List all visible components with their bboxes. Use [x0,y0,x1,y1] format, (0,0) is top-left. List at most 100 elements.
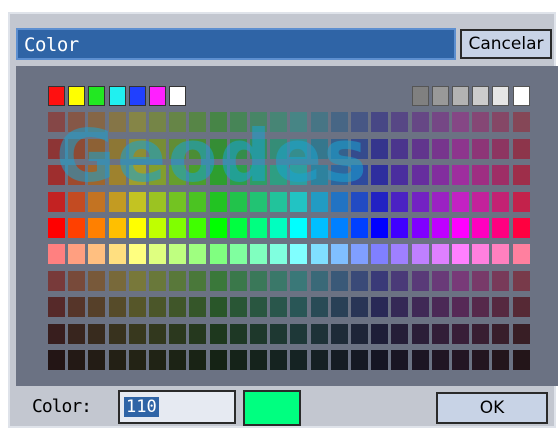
palette-color-swatch[interactable] [371,350,389,370]
palette-color-swatch[interactable] [512,218,530,238]
palette-color-swatch[interactable] [169,165,187,186]
palette-color-swatch[interactable] [310,270,328,291]
palette-color-swatch[interactable] [209,297,227,318]
palette-color-swatch[interactable] [270,218,288,238]
palette-color-swatch[interactable] [169,297,187,318]
palette-color-swatch[interactable] [452,165,469,186]
palette-color-swatch[interactable] [371,191,389,212]
palette-color-swatch[interactable] [48,218,65,238]
palette-color-swatch[interactable] [108,191,126,212]
color-value-input[interactable]: 110 [118,390,236,424]
palette-color-swatch[interactable] [330,218,348,238]
palette-color-swatch[interactable] [189,244,207,265]
palette-color-swatch[interactable] [48,112,65,133]
palette-color-swatch[interactable] [351,112,368,133]
palette-color-swatch[interactable] [492,350,510,370]
palette-color-swatch[interactable] [391,191,409,212]
palette-color-swatch[interactable] [250,138,267,159]
palette-color-swatch[interactable] [270,244,288,265]
palette-color-swatch[interactable] [48,270,65,291]
palette-color-swatch[interactable] [149,297,166,318]
palette-color-swatch[interactable] [411,191,429,212]
palette-color-swatch[interactable] [108,297,126,318]
palette-color-swatch[interactable] [88,138,106,159]
palette-color-swatch[interactable] [48,138,65,159]
palette-color-swatch[interactable] [330,323,348,344]
palette-color-swatch[interactable] [250,297,267,318]
palette-color-swatch[interactable] [431,112,449,133]
palette-color-swatch[interactable] [391,323,409,344]
palette-color-swatch[interactable] [189,138,207,159]
palette-color-swatch[interactable] [330,138,348,159]
palette-color-swatch[interactable] [330,270,348,291]
palette-color-swatch[interactable] [209,191,227,212]
palette-color-swatch[interactable] [431,297,449,318]
palette-color-swatch[interactable] [68,165,86,186]
gray-color-swatch[interactable] [431,86,449,106]
palette-color-swatch[interactable] [128,112,146,133]
palette-color-swatch[interactable] [189,191,207,212]
palette-color-swatch[interactable] [431,244,449,265]
palette-color-swatch[interactable] [270,191,288,212]
palette-color-swatch[interactable] [512,323,530,344]
palette-color-swatch[interactable] [472,350,490,370]
palette-color-swatch[interactable] [229,323,247,344]
palette-color-swatch[interactable] [371,138,389,159]
palette-color-swatch[interactable] [351,350,368,370]
palette-color-swatch[interactable] [351,165,368,186]
palette-color-swatch[interactable] [330,112,348,133]
palette-color-swatch[interactable] [452,138,469,159]
palette-color-swatch[interactable] [472,218,490,238]
palette-color-swatch[interactable] [88,323,106,344]
palette-color-swatch[interactable] [411,297,429,318]
palette-color-swatch[interactable] [411,165,429,186]
palette-color-swatch[interactable] [411,218,429,238]
palette-color-swatch[interactable] [351,323,368,344]
palette-color-swatch[interactable] [68,112,86,133]
cancel-button[interactable]: Cancelar [460,29,552,59]
palette-color-swatch[interactable] [169,323,187,344]
palette-color-swatch[interactable] [290,218,308,238]
palette-color-swatch[interactable] [431,218,449,238]
palette-color-swatch[interactable] [512,350,530,370]
palette-color-swatch[interactable] [149,244,166,265]
palette-color-swatch[interactable] [290,112,308,133]
palette-color-swatch[interactable] [452,191,469,212]
palette-color-swatch[interactable] [290,297,308,318]
basic-color-swatch[interactable] [88,86,106,106]
palette-color-swatch[interactable] [189,350,207,370]
palette-color-swatch[interactable] [250,112,267,133]
palette-color-swatch[interactable] [250,244,267,265]
palette-color-swatch[interactable] [270,297,288,318]
palette-color-swatch[interactable] [351,218,368,238]
palette-color-swatch[interactable] [108,270,126,291]
palette-color-swatch[interactable] [209,270,227,291]
ok-button[interactable]: OK [436,392,548,424]
palette-color-swatch[interactable] [229,244,247,265]
gray-color-swatch[interactable] [492,86,510,106]
palette-color-swatch[interactable] [229,112,247,133]
palette-color-swatch[interactable] [108,323,126,344]
palette-color-swatch[interactable] [512,191,530,212]
palette-color-swatch[interactable] [371,218,389,238]
basic-color-swatch[interactable] [68,86,86,106]
palette-color-swatch[interactable] [108,165,126,186]
palette-color-swatch[interactable] [128,218,146,238]
palette-color-swatch[interactable] [68,244,86,265]
palette-color-swatch[interactable] [310,323,328,344]
palette-color-swatch[interactable] [108,244,126,265]
palette-color-swatch[interactable] [310,112,328,133]
palette-color-swatch[interactable] [290,350,308,370]
palette-color-swatch[interactable] [452,323,469,344]
palette-color-swatch[interactable] [270,138,288,159]
palette-color-swatch[interactable] [290,270,308,291]
palette-color-swatch[interactable] [371,323,389,344]
palette-color-swatch[interactable] [189,165,207,186]
palette-color-swatch[interactable] [88,191,106,212]
palette-color-swatch[interactable] [431,165,449,186]
palette-color-swatch[interactable] [452,297,469,318]
palette-color-swatch[interactable] [229,218,247,238]
palette-color-swatch[interactable] [68,138,86,159]
palette-color-swatch[interactable] [48,323,65,344]
basic-color-swatch[interactable] [149,86,166,106]
